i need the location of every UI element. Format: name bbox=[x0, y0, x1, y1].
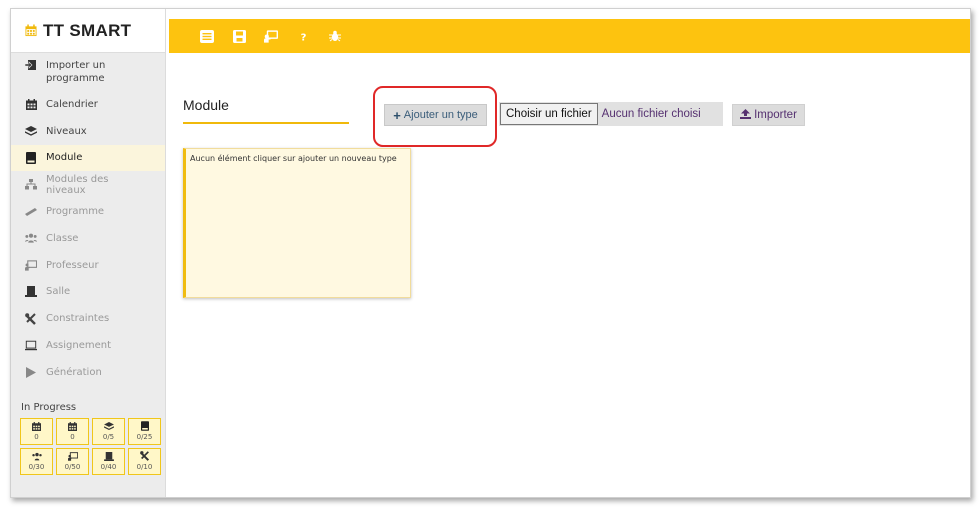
stat-niveaux: 0/5 bbox=[92, 417, 125, 445]
brand[interactable]: TT SMART bbox=[11, 9, 165, 53]
import-label: Importer bbox=[754, 109, 797, 121]
users-icon bbox=[25, 232, 37, 244]
sidebar-item-calendrier[interactable]: Calendrier bbox=[11, 91, 165, 118]
sidebar-item-label: Constraintes bbox=[46, 313, 110, 325]
sidebar-item-label: Calendrier bbox=[46, 98, 98, 110]
bug-icon[interactable] bbox=[328, 29, 342, 43]
app-title: TT SMART bbox=[43, 20, 132, 40]
stat-salles: 0/40 bbox=[92, 447, 125, 475]
chalkboard-teacher-icon bbox=[25, 259, 37, 271]
svg-text:?: ? bbox=[300, 32, 306, 43]
sidebar-item-label: Module bbox=[46, 152, 83, 164]
stat-value: 0/30 bbox=[28, 463, 45, 472]
import-icon bbox=[25, 59, 37, 71]
calendar-icon bbox=[25, 24, 37, 37]
add-type-button[interactable]: + Ajouter un type bbox=[384, 104, 487, 126]
laptop-icon bbox=[25, 340, 37, 352]
add-type-label: Ajouter un type bbox=[403, 109, 478, 121]
sidebar: TT SMART Importer un programme Calendrie… bbox=[11, 9, 166, 497]
empty-state-text: Aucun élément cliquer sur ajouter un nou… bbox=[190, 154, 397, 163]
book-icon bbox=[140, 421, 150, 432]
tools-icon bbox=[25, 312, 37, 325]
stat-professeurs: 0/50 bbox=[56, 447, 89, 475]
sidebar-item-label: Niveaux bbox=[46, 125, 87, 137]
sidebar-item-label: Professeur bbox=[46, 259, 99, 271]
sidebar-item-label: Génération bbox=[46, 366, 102, 378]
sidebar-item-constraintes[interactable]: Constraintes bbox=[11, 305, 165, 332]
sidebar-nav: Importer un programme Calendrier Niveaux… bbox=[11, 53, 165, 386]
stat-modules: 0/25 bbox=[128, 417, 161, 445]
plus-icon: + bbox=[393, 107, 401, 123]
room-icon bbox=[25, 286, 37, 298]
sidebar-item-salle[interactable]: Salle bbox=[11, 279, 165, 306]
calendar-icon bbox=[68, 421, 78, 431]
stat-value: 0/50 bbox=[64, 463, 81, 472]
layers-icon bbox=[103, 421, 114, 431]
sidebar-item-label: Modules des niveaux bbox=[46, 173, 109, 196]
sitemap-icon bbox=[25, 179, 37, 191]
sidebar-item-label: Assignement bbox=[46, 340, 112, 352]
empty-state-card: Aucun élément cliquer sur ajouter un nou… bbox=[183, 148, 411, 298]
sidebar-item-label: Salle bbox=[46, 286, 71, 298]
sidebar-item-generation[interactable]: Génération bbox=[11, 359, 165, 386]
stat-value: 0/25 bbox=[136, 433, 153, 442]
stat-value: 0 bbox=[70, 433, 75, 442]
import-button[interactable]: Importer bbox=[732, 104, 805, 126]
sidebar-item-importer-programme[interactable]: Importer un programme bbox=[11, 53, 165, 91]
stat-value: 0 bbox=[34, 433, 39, 442]
app-window: TT SMART Importer un programme Calendrie… bbox=[10, 8, 971, 498]
help-icon[interactable]: ? bbox=[296, 29, 310, 43]
page-title: Module bbox=[183, 97, 229, 113]
calendar-icon bbox=[25, 98, 37, 110]
menu-icon[interactable] bbox=[200, 29, 214, 43]
page-title-area: Module bbox=[183, 97, 349, 124]
stat-value: 0/5 bbox=[102, 433, 115, 442]
chalkboard-teacher-icon[interactable] bbox=[264, 29, 278, 43]
file-name-text: Aucun fichier choisi bbox=[601, 108, 701, 120]
stat-classes: 0/30 bbox=[20, 447, 53, 475]
progress-stats: 0 0 0/5 0/25 0/30 0/50 0/40 0/10 bbox=[11, 417, 165, 475]
save-icon[interactable] bbox=[232, 29, 246, 43]
sidebar-item-programme[interactable]: Programme bbox=[11, 198, 165, 225]
sidebar-item-label: Importer un programme bbox=[46, 60, 106, 84]
room-icon bbox=[103, 451, 114, 461]
sidebar-item-label: Classe bbox=[46, 232, 79, 244]
calendar-icon bbox=[32, 421, 42, 431]
sidebar-item-classe[interactable]: Classe bbox=[11, 225, 165, 252]
users-icon bbox=[31, 451, 42, 461]
play-icon bbox=[25, 366, 37, 378]
sidebar-item-assignement[interactable]: Assignement bbox=[11, 332, 165, 359]
title-underline bbox=[183, 122, 349, 124]
top-toolbar: ? bbox=[169, 19, 970, 53]
upload-icon bbox=[740, 108, 752, 122]
sidebar-item-professeur[interactable]: Professeur bbox=[11, 252, 165, 279]
sidebar-item-label: Programme bbox=[46, 206, 105, 218]
sidebar-item-modules-niveaux[interactable]: Modules des niveaux bbox=[11, 171, 165, 198]
stat-value: 0/40 bbox=[100, 463, 117, 472]
stat-value: 0/10 bbox=[136, 463, 153, 472]
sidebar-item-module[interactable]: Module bbox=[11, 144, 165, 172]
tools-icon bbox=[139, 451, 150, 462]
sidebar-item-niveaux[interactable]: Niveaux bbox=[11, 118, 165, 145]
file-input[interactable]: Choisir un fichier Aucun fichier choisi bbox=[499, 102, 723, 126]
stat-constraintes: 0/10 bbox=[128, 447, 161, 475]
ruler-icon bbox=[25, 206, 37, 218]
book-icon bbox=[25, 151, 37, 164]
choose-file-button[interactable]: Choisir un fichier bbox=[500, 103, 598, 125]
stat-calendrier-2: 0 bbox=[56, 417, 89, 445]
layers-icon bbox=[25, 125, 37, 137]
stat-calendrier: 0 bbox=[20, 417, 53, 445]
chalkboard-teacher-icon bbox=[67, 451, 78, 461]
